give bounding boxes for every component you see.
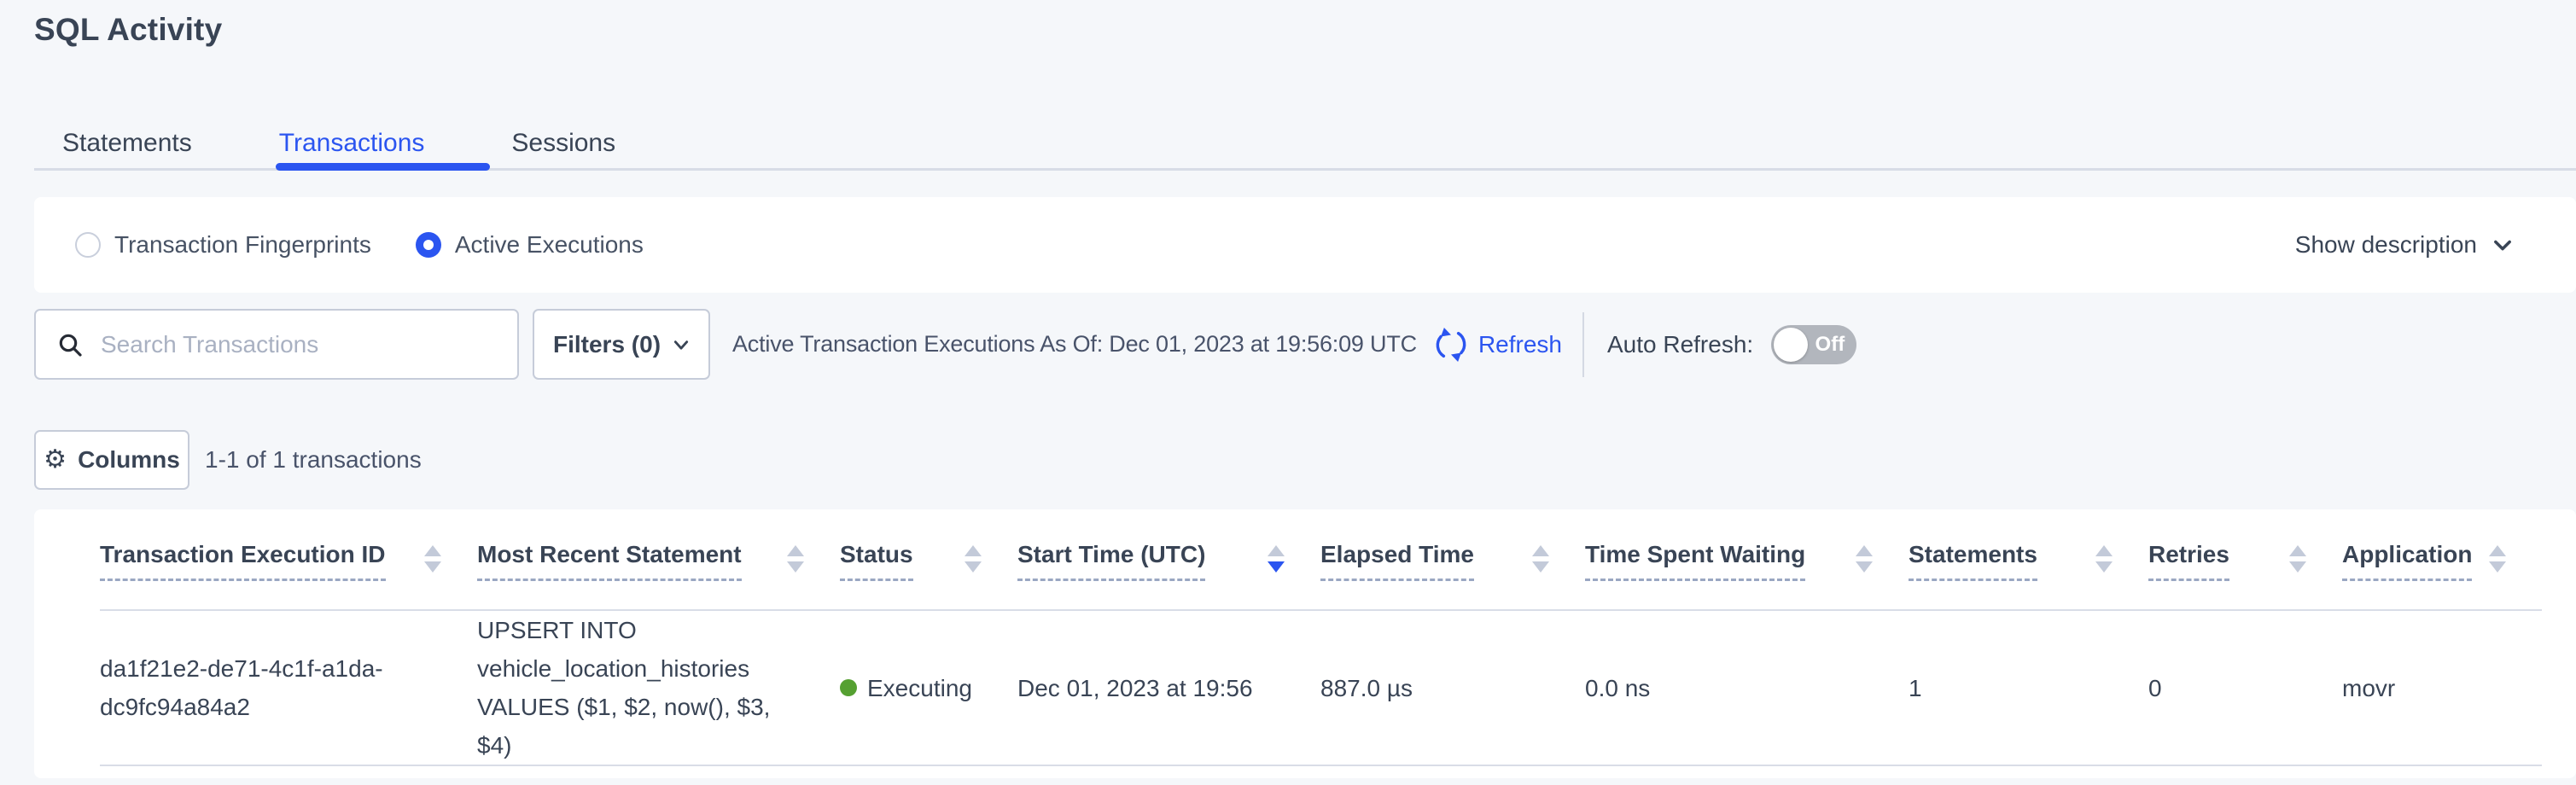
radio-active-executions[interactable]: Active Executions — [416, 231, 644, 259]
cell-most-recent-statement: UPSERT INTO vehicle_location_histories V… — [477, 611, 840, 765]
view-mode-card: Transaction Fingerprints Active Executio… — [34, 197, 2576, 293]
columns-button[interactable]: ⚙ Columns — [34, 430, 189, 490]
cell-status: Executing — [840, 669, 1017, 707]
cell-elapsed-time: 887.0 µs — [1320, 669, 1585, 707]
cell-application: movr — [2342, 669, 2542, 707]
search-input[interactable] — [101, 331, 517, 358]
search-box[interactable] — [34, 309, 519, 380]
auto-refresh-label: Auto Refresh: — [1607, 331, 1753, 358]
refresh-button[interactable]: Refresh — [1433, 327, 1562, 363]
cell-statements: 1 — [1909, 669, 2148, 707]
sort-icon[interactable] — [1856, 545, 1873, 573]
table-toolbar: ⚙ Columns 1-1 of 1 transactions — [34, 430, 2576, 490]
radio-selected-icon[interactable] — [416, 232, 441, 258]
show-description-toggle[interactable]: Show description — [2295, 231, 2515, 259]
radio-transaction-fingerprints[interactable]: Transaction Fingerprints — [75, 231, 371, 259]
radio-label: Active Executions — [455, 231, 644, 259]
sort-icon[interactable] — [424, 545, 441, 573]
table-row[interactable]: da1f21e2-de71-4c1f-a1da- dc9fc94a84a2 UP… — [100, 611, 2542, 766]
columns-button-label: Columns — [78, 446, 180, 474]
chevron-down-icon — [2491, 233, 2515, 257]
header-status: Status — [840, 541, 1017, 581]
toggle-knob — [1774, 328, 1808, 362]
cell-transaction-execution-id[interactable]: da1f21e2-de71-4c1f-a1da- dc9fc94a84a2 — [100, 649, 477, 726]
cell-start-time: Dec 01, 2023 at 19:56 — [1017, 669, 1320, 707]
tab-sessions[interactable]: Sessions — [511, 129, 615, 158]
sort-icon[interactable] — [2289, 545, 2306, 573]
sort-icon[interactable] — [965, 545, 982, 573]
refresh-icon — [1433, 327, 1469, 363]
toggle-state-label: Off — [1815, 333, 1845, 357]
chevron-down-icon — [673, 336, 690, 353]
page-title: SQL Activity — [34, 12, 222, 48]
sort-icon[interactable] — [2489, 545, 2506, 573]
radio-unselected-icon[interactable] — [75, 232, 101, 258]
as-of-label: Active Transaction Executions As Of: Dec… — [732, 331, 1417, 358]
show-description-label: Show description — [2295, 231, 2477, 259]
vertical-divider — [1582, 312, 1584, 377]
gear-icon: ⚙ — [44, 447, 67, 473]
sort-icon-active-desc[interactable] — [1268, 545, 1285, 573]
sort-icon[interactable] — [787, 545, 804, 573]
cell-retries: 0 — [2148, 669, 2342, 707]
header-start-time: Start Time (UTC) — [1017, 541, 1320, 581]
table-header-row: Transaction Execution ID Most Recent Sta… — [100, 509, 2542, 611]
header-retries: Retries — [2148, 541, 2342, 581]
filters-button[interactable]: Filters (0) — [533, 309, 710, 380]
sort-icon[interactable] — [2095, 545, 2113, 573]
result-count: 1-1 of 1 transactions — [205, 446, 422, 474]
tab-statements[interactable]: Statements — [62, 129, 192, 158]
tab-transactions[interactable]: Transactions — [279, 129, 425, 158]
controls-row: Filters (0) Active Transaction Execution… — [34, 309, 2576, 380]
refresh-label: Refresh — [1478, 331, 1562, 358]
header-time-spent-waiting: Time Spent Waiting — [1585, 541, 1909, 581]
search-icon — [56, 331, 84, 358]
sort-icon[interactable] — [1532, 545, 1549, 573]
header-transaction-execution-id: Transaction Execution ID — [100, 541, 477, 581]
header-application: Application — [2342, 541, 2542, 581]
status-executing-dot — [840, 679, 857, 696]
filters-button-label: Filters (0) — [553, 331, 661, 358]
radio-label: Transaction Fingerprints — [114, 231, 371, 259]
cell-time-spent-waiting: 0.0 ns — [1585, 669, 1909, 707]
status-label: Executing — [867, 669, 972, 707]
auto-refresh-toggle[interactable]: Off — [1771, 325, 1856, 364]
header-statements: Statements — [1909, 541, 2148, 581]
header-elapsed-time: Elapsed Time — [1320, 541, 1585, 581]
active-tab-indicator — [276, 163, 490, 171]
transactions-table: Transaction Execution ID Most Recent Sta… — [34, 509, 2576, 778]
header-most-recent-statement: Most Recent Statement — [477, 541, 840, 581]
